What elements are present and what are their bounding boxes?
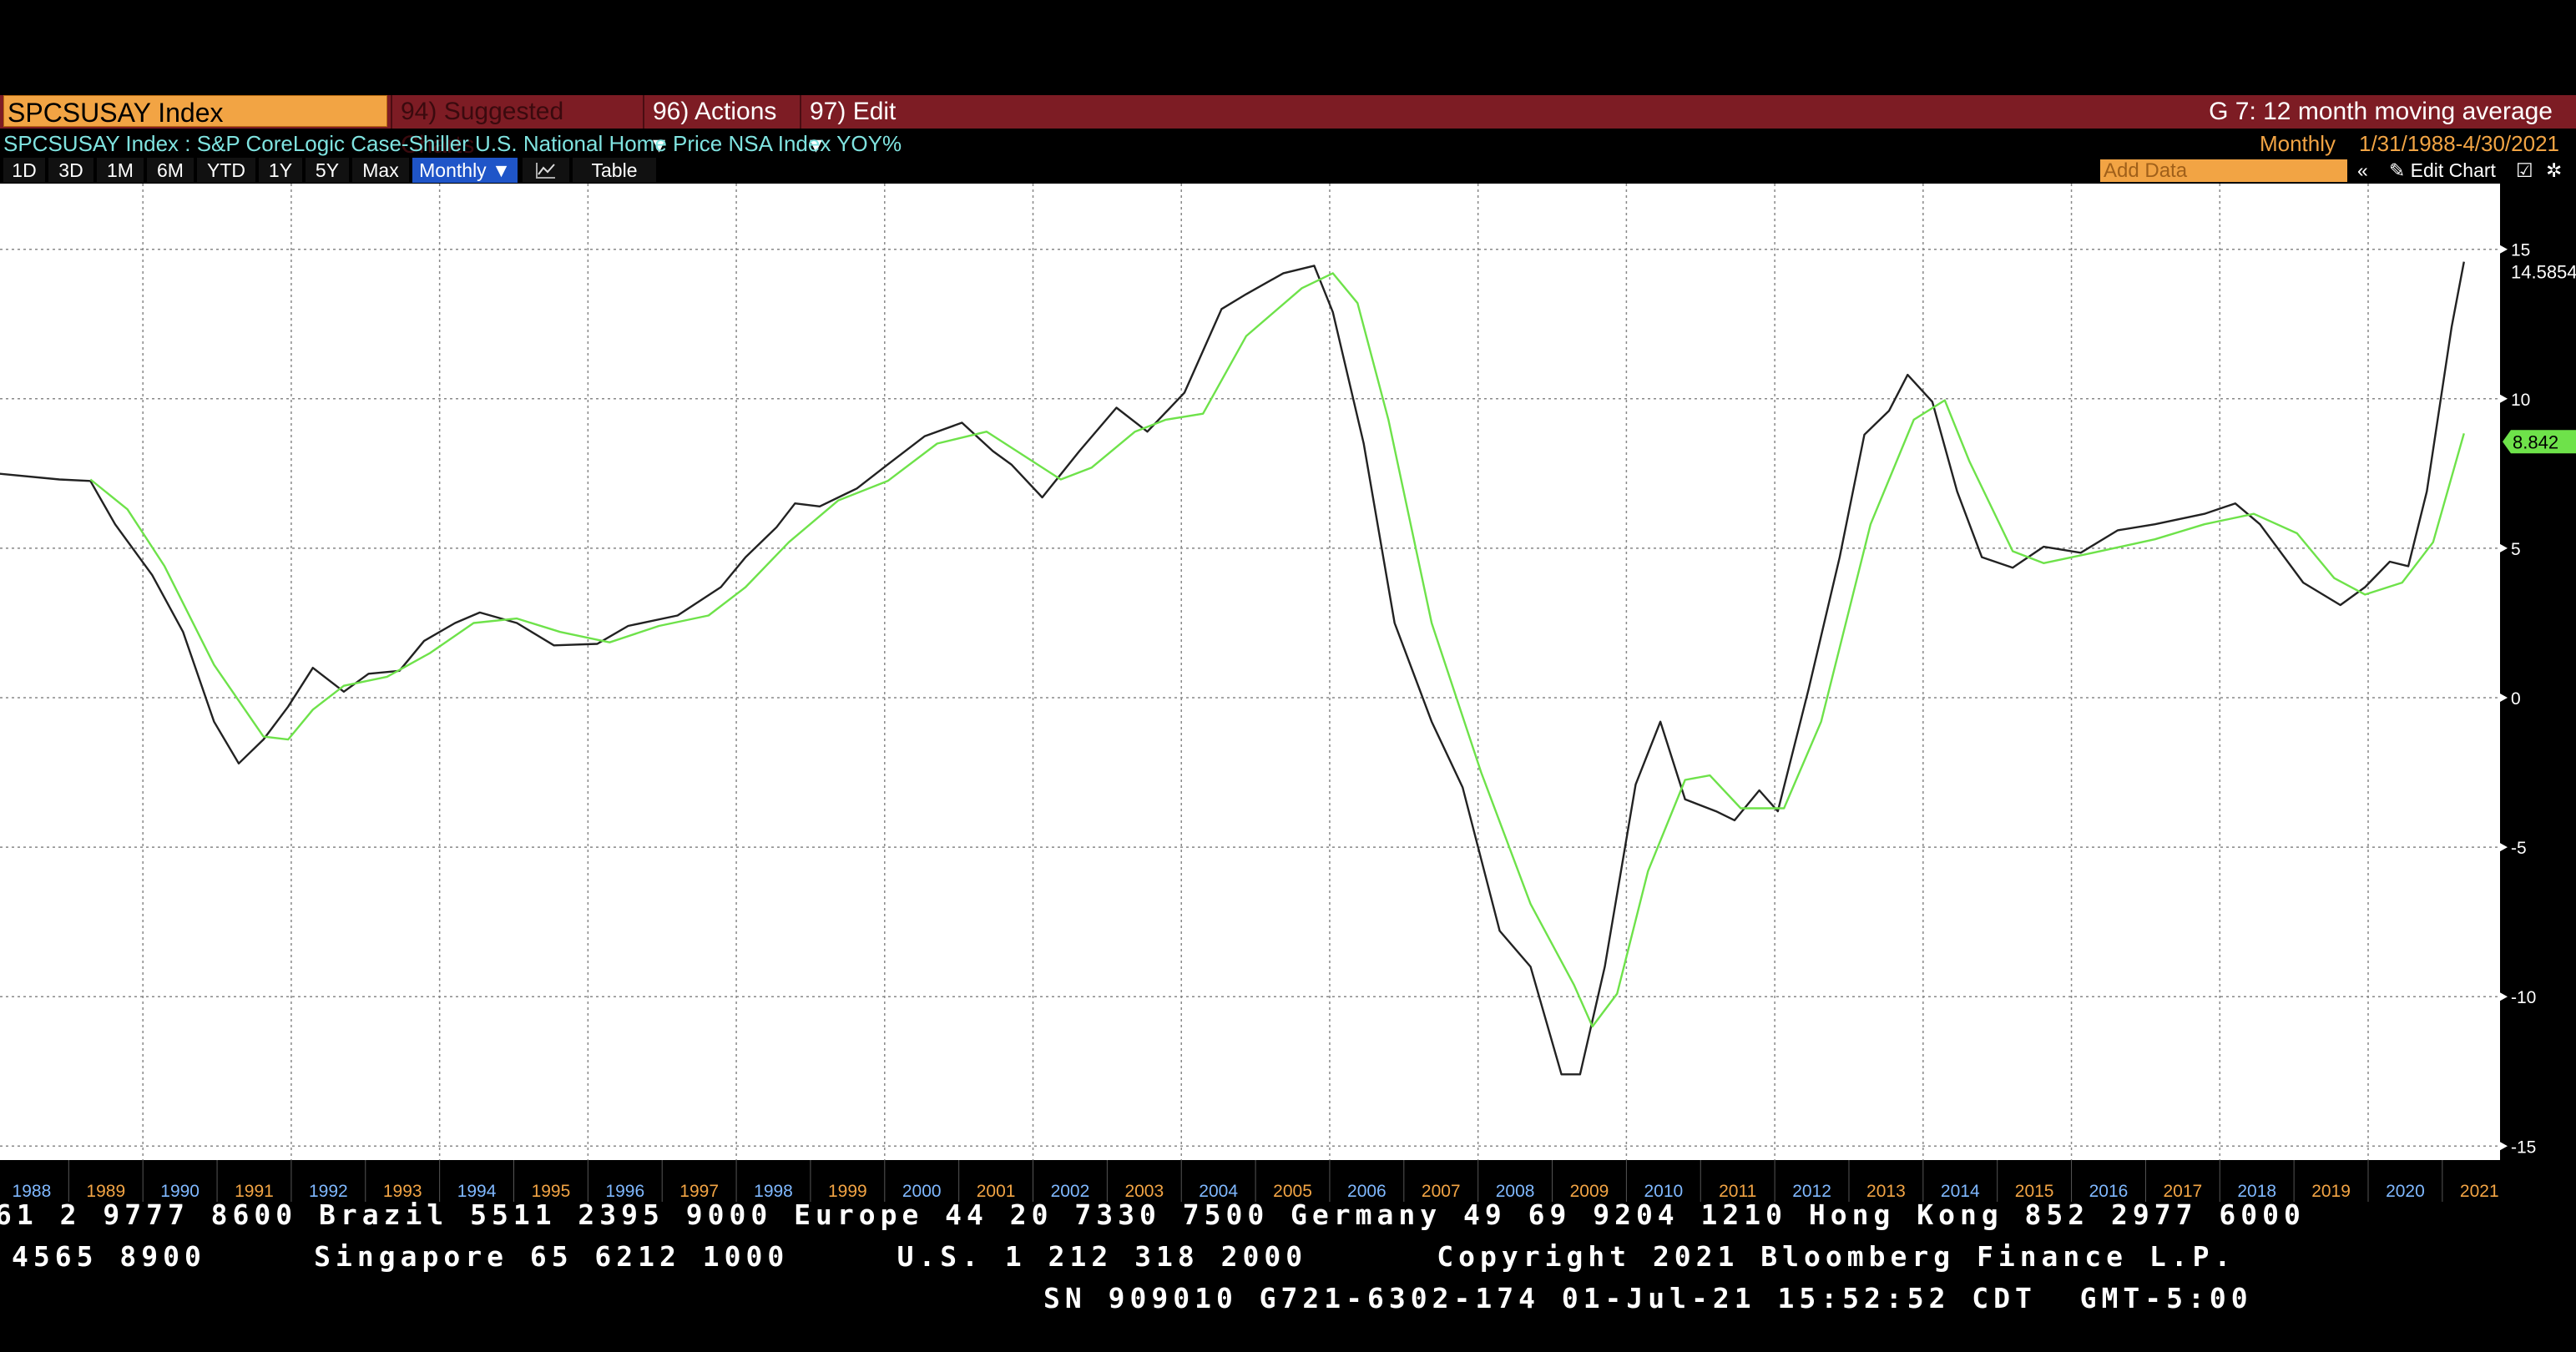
axis-tick xyxy=(2500,1142,2508,1151)
y-tick-label: 0 xyxy=(2511,689,2521,709)
edit-menu[interactable]: 97) Edit ▾ xyxy=(800,95,913,159)
range-ytd[interactable]: YTD xyxy=(197,158,255,183)
y-tick-label: -15 xyxy=(2511,1138,2536,1157)
date-range[interactable]: 1/31/1988-4/30/2021 xyxy=(2359,131,2559,156)
table-button[interactable]: Table xyxy=(573,158,656,183)
range-3d[interactable]: 3D xyxy=(48,158,93,183)
axis-tick xyxy=(2500,992,2508,1001)
add-data-input[interactable]: Add Data xyxy=(2100,159,2347,182)
suggested-charts-button[interactable]: 94) Suggested Charts xyxy=(391,95,641,159)
range-6m[interactable]: 6M xyxy=(147,158,194,183)
range-1y[interactable]: 1Y xyxy=(259,158,302,183)
chart-name: G 7: 12 month moving average xyxy=(2209,98,2553,125)
chart-area: 151050-5-10-15 1988 1989 1990 1991 1992 1993 1… xyxy=(0,184,2576,1202)
last-value-index: 14.5854 xyxy=(2511,262,2576,283)
ticker-field[interactable]: SPCSUSAY Index xyxy=(3,95,387,128)
axis-tick xyxy=(2500,543,2508,552)
y-tick-label: 10 xyxy=(2511,391,2530,410)
axis-tick xyxy=(2500,245,2508,254)
range-max[interactable]: Max xyxy=(352,158,409,183)
footer-contacts-2: 4565 8900 Singapore 65 6212 1000 U.S. 1 … xyxy=(12,1240,2236,1273)
frequency-label: Monthly xyxy=(2259,131,2336,156)
x-tick-label: 2021 xyxy=(2460,1182,2499,1201)
plot-background xyxy=(0,184,2500,1160)
axis-tick xyxy=(2500,843,2508,852)
footer-session: SN 909010 G721-6302-174 01-Jul-21 15:52:… xyxy=(1043,1282,2253,1314)
y-tick-label: 5 xyxy=(2511,540,2521,559)
x-tick-label: 2020 xyxy=(2386,1182,2425,1201)
axis-tick xyxy=(2500,394,2508,403)
range-1d[interactable]: 1D xyxy=(3,158,45,183)
y-tick-label: -10 xyxy=(2511,988,2536,1007)
frequency-range: Monthly 1/31/1988-4/30/2021 xyxy=(2236,130,2559,157)
line-chart-icon[interactable] xyxy=(523,158,569,183)
y-tick-label: -5 xyxy=(2511,839,2527,858)
range-5y[interactable]: 5Y xyxy=(306,158,349,183)
x-tick-label: 2019 xyxy=(2311,1182,2351,1201)
actions-menu[interactable]: 96) Actions ▾ xyxy=(643,95,798,159)
gear-icon[interactable]: ✲ xyxy=(2546,158,2562,183)
collapse-button[interactable]: « xyxy=(2357,158,2368,183)
edit-chart-button[interactable]: ✎ Edit Chart xyxy=(2389,158,2496,183)
security-title: SPCSUSAY Index : S&P CoreLogic Case-Shil… xyxy=(3,131,902,156)
range-1m[interactable]: 1M xyxy=(97,158,144,183)
last-value-ma: 8.842 xyxy=(2513,431,2558,452)
y-tick-label: 15 xyxy=(2511,241,2530,260)
annotate-icon[interactable]: ☑ xyxy=(2516,158,2533,183)
footer-contacts-1: 61 2 9777 8600 Brazil 5511 2395 9000 Eur… xyxy=(0,1198,2306,1231)
axis-tick xyxy=(2500,694,2508,702)
period-dropdown[interactable]: Monthly ▼ xyxy=(412,158,518,183)
